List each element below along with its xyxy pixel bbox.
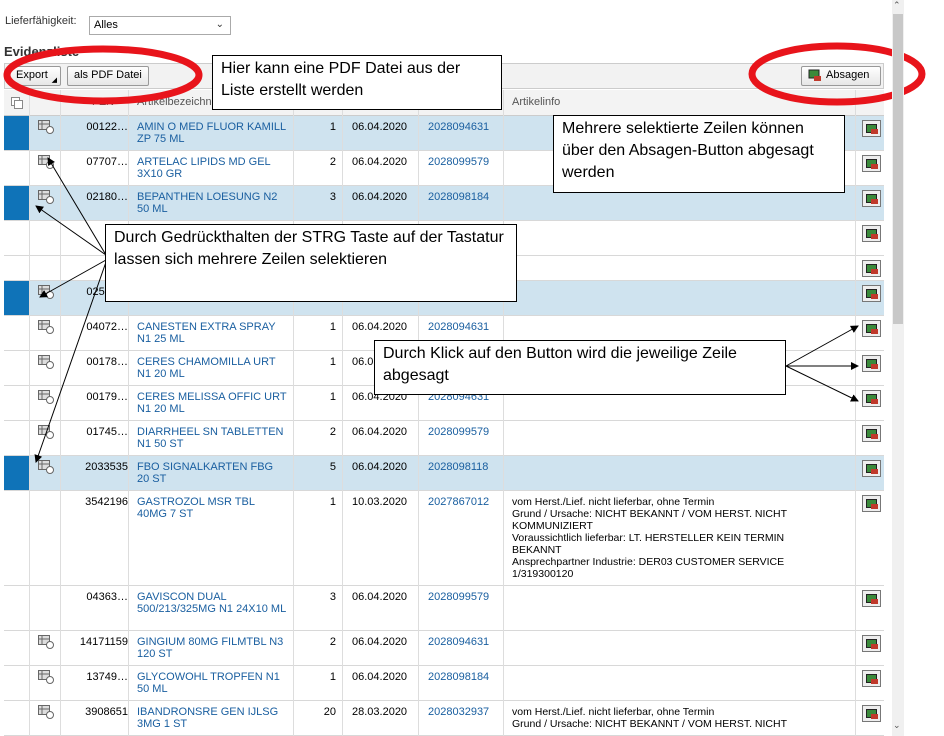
pdf-highlight-ellipse bbox=[3, 45, 203, 105]
strg-arrow-4 bbox=[34, 261, 107, 463]
click-arrow-1 bbox=[785, 325, 859, 367]
scrollbar-thumb[interactable] bbox=[893, 14, 903, 324]
strg-arrow-2 bbox=[35, 205, 107, 256]
callout-strg: Durch Gedrückthalten der STRG Taste auf … bbox=[105, 224, 517, 302]
callout-click: Durch Klick auf den Button wird die jewe… bbox=[374, 340, 786, 395]
scroll-down-icon[interactable]: ⌄ bbox=[893, 720, 901, 731]
strg-arrow-1 bbox=[47, 157, 107, 256]
scroll-up-icon[interactable]: ⌃ bbox=[893, 0, 901, 11]
click-arrow-3 bbox=[785, 365, 859, 402]
callout-pdf: Hier kann eine PDF Datei aus der Liste e… bbox=[212, 55, 502, 110]
callout-multi: Mehrere selektierte Zeilen können über d… bbox=[553, 115, 845, 193]
